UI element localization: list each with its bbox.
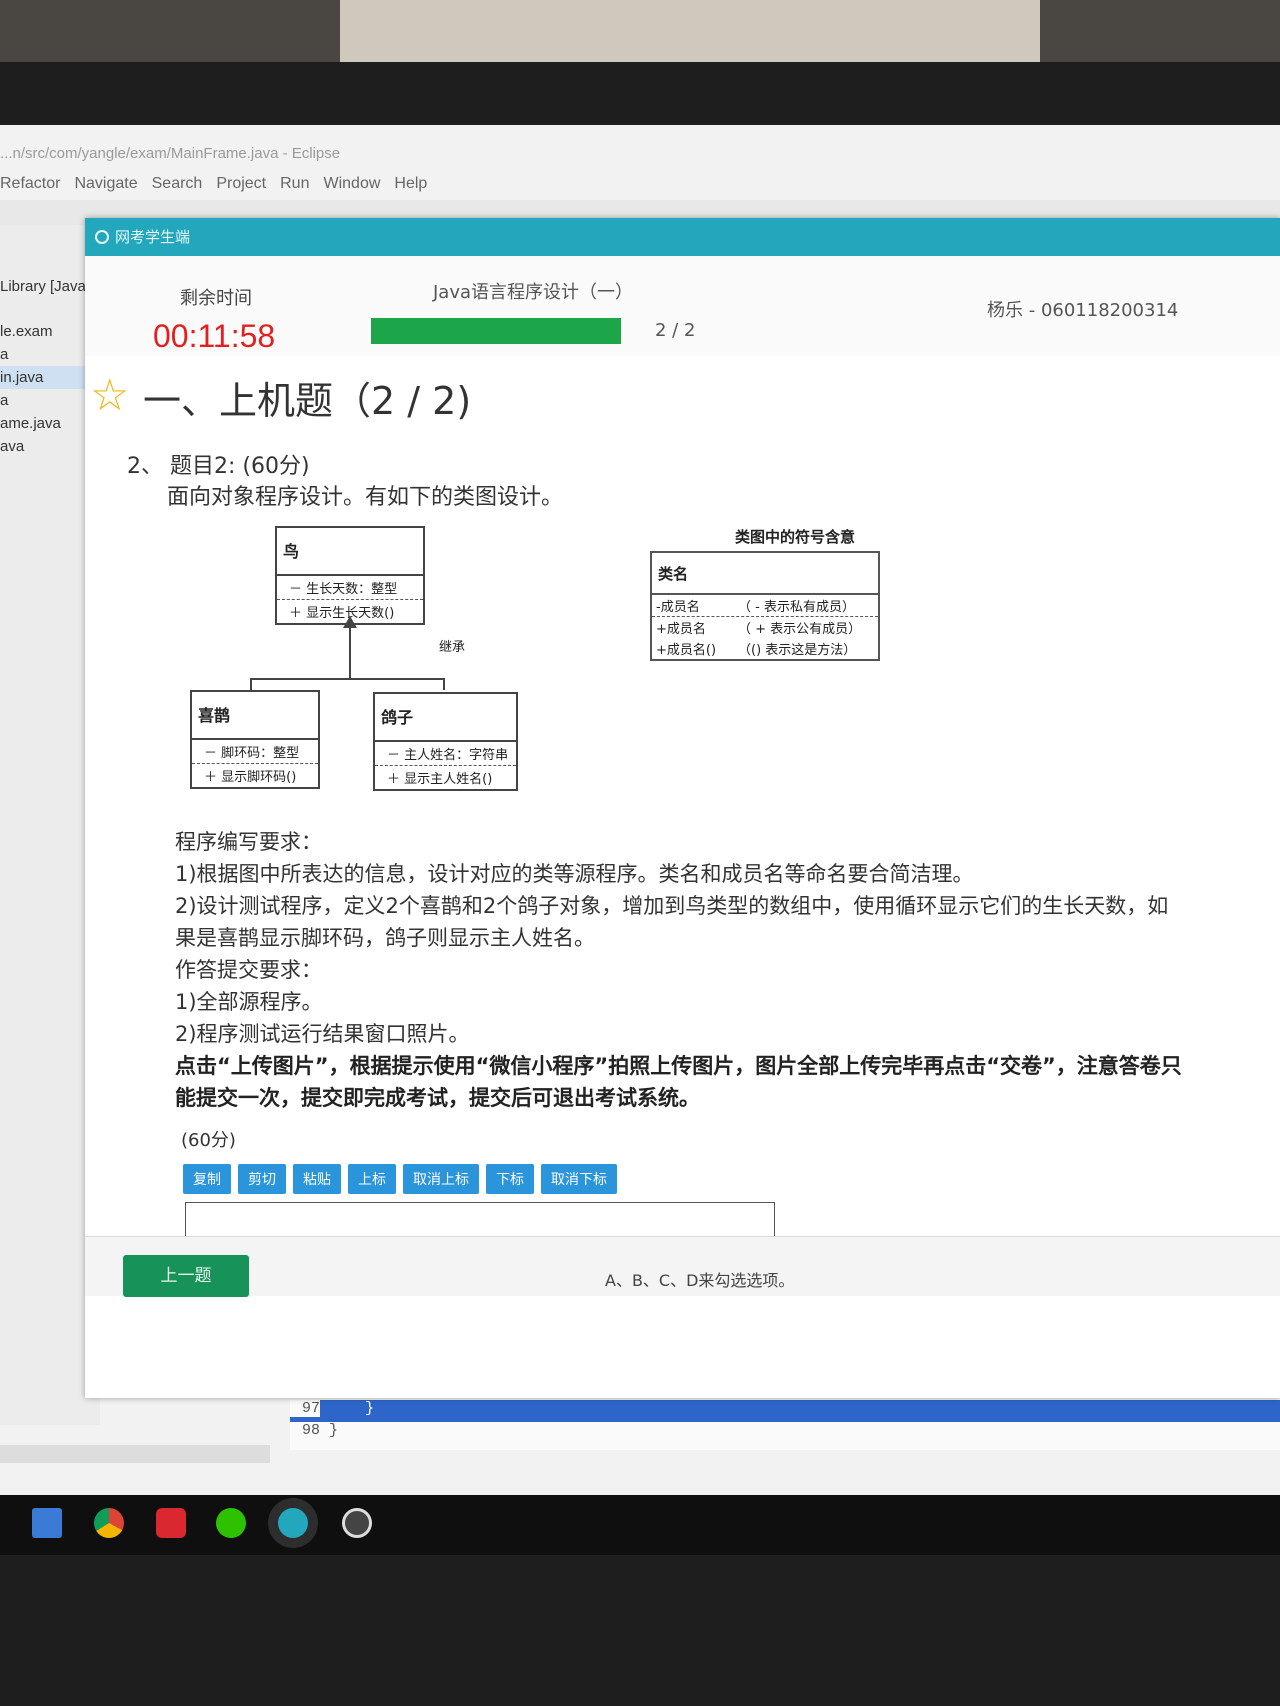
subscript-button[interactable]: 下标 [486,1164,534,1194]
menu-search[interactable]: Search [152,175,203,193]
tree-item[interactable]: a [0,389,86,412]
tree-item-selected[interactable]: in.java [0,366,86,389]
eclipse-icon[interactable] [342,1508,372,1538]
student-info: 杨乐 - 060118200314 [987,300,1179,321]
question-description: 面向对象程序设计。有如下的类图设计。 [167,485,564,510]
question-title: 2、 题目2: (60分) [127,454,310,479]
class-name: 鸽子 [375,694,516,742]
code-editor[interactable]: 97 } 98 } [290,1400,1280,1450]
exam-header: 剩余时间 00:11:58 Java语言程序设计（一） 2 / 2 杨乐 - 0… [85,256,1280,356]
editor-toolbar: 复制 剪切 粘贴 上标 取消上标 下标 取消下标 [183,1164,617,1194]
tree-item[interactable]: le.exam [0,320,86,343]
tree-item[interactable]: a [0,343,86,366]
upload-instruction: 点击“上传图片”，根据提示使用“微信小程序”拍照上传图片，图片全部上传完毕再点击… [175,1054,1182,1078]
requirement-line: 2)程序测试运行结果窗口照片。 [175,1022,470,1046]
menu-navigate[interactable]: Navigate [74,175,137,193]
remaining-time-label: 剩余时间 [180,288,252,309]
requirement-line: 程序编写要求： [175,830,322,854]
requirement-line: 作答提交要求： [175,958,322,982]
countdown-timer: 00:11:58 [153,318,276,354]
star-icon[interactable]: ☆ [90,370,129,421]
cancel-superscript-button[interactable]: 取消上标 [403,1164,479,1194]
requirements-text: 程序编写要求： 1)根据图中所表达的信息，设计对应的类等源程序。类名和成员名等命… [175,826,1275,1114]
requirement-line: 1)根据图中所表达的信息，设计对应的类等源程序。类名和成员名等命名要合简洁理。 [175,862,974,886]
netease-music-icon[interactable] [156,1508,186,1538]
exam-window: 网考学生端 剩余时间 00:11:58 Java语言程序设计（一） 2 / 2 … [85,218,1280,1398]
legend-title: 类图中的符号含意 [735,528,856,546]
progress-bar [371,318,621,344]
inheritance-branch [443,678,445,690]
menu-refactor[interactable]: Refactor [0,175,60,193]
menu-run[interactable]: Run [280,175,309,193]
question-area: ☆ 一、上机题（2 / 2) 2、 题目2: (60分) 面向对象程序设计。有如… [85,356,1280,1272]
requirement-line: 2)设计测试程序，定义2个喜鹊和2个鸽子对象，增加到鸟类型的数组中，使用循环显示… [175,894,1169,918]
tree-item[interactable]: Library [Java [0,275,86,298]
exam-footer: 上一题 A、B、C、D来勾选选项。 [85,1236,1280,1297]
taskbar [0,1495,1280,1555]
menu-project[interactable]: Project [216,175,266,193]
class-name: 鸟 [277,528,423,576]
section-heading: 一、上机题（2 / 2) [143,379,472,423]
uml-class-bird: 鸟 － 生长天数：整型 ＋ 显示生长天数() [275,526,425,625]
class-attribute: － 生长天数：整型 [277,576,423,600]
uml-class-magpie: 喜鹊 － 脚环码：整型 ＋ 显示脚环码() [190,690,320,789]
progress-text: 2 / 2 [655,320,696,341]
exam-titlebar[interactable]: 网考学生端 [85,218,1280,256]
explorer-scrollbar[interactable] [0,1445,270,1463]
chrome-icon[interactable] [94,1508,124,1538]
cancel-subscript-button[interactable]: 取消下标 [541,1164,617,1194]
background-paper [340,0,1040,62]
inheritance-branch [250,678,445,680]
uml-class-pigeon: 鸽子 － 主人姓名：字符串 ＋ 显示主人姓名() [373,692,518,791]
tree-item[interactable]: ame.java [0,412,86,435]
legend-row: +成员名（ + 表示公有成员） [656,622,862,637]
upload-instruction: 能提交一次，提交即完成考试，提交后可退出考试系统。 [175,1086,700,1110]
copy-button[interactable]: 复制 [183,1164,231,1194]
paste-button[interactable]: 粘贴 [293,1164,341,1194]
progress-bar-fill [371,318,621,344]
menu-help[interactable]: Help [394,175,427,193]
class-method: ＋ 显示主人姓名() [387,772,493,787]
eclipse-menubar: Refactor Navigate Search Project Run Win… [0,175,427,193]
app-icon [95,230,109,244]
uml-legend: 类名 -成员名（ - 表示私有成员） +成员名（ + 表示公有成员） +成员名(… [650,551,880,661]
wechat-icon[interactable] [216,1508,246,1538]
legend-row: -成员名（ - 表示私有成员） [652,595,878,617]
class-attribute: － 脚环码：整型 [192,740,318,764]
requirement-line: 果是喜鹊显示脚环码，鸽子则显示主人姓名。 [175,926,595,950]
inherit-label: 继承 [439,640,466,655]
menu-window[interactable]: Window [323,175,380,193]
code-line: 98 } [301,1422,339,1439]
tree-item[interactable]: ava [0,435,86,458]
code-line: 97 } [290,1400,1280,1422]
class-attribute: － 主人姓名：字符串 [375,742,516,766]
inheritance-branch [250,678,252,690]
course-title: Java语言程序设计（一） [433,282,634,303]
computer-icon[interactable] [32,1508,62,1538]
exam-client-icon[interactable] [278,1508,308,1538]
package-tree: Library [Java le.exam a in.java a ame.ja… [0,275,86,458]
eclipse-title: ...n/src/com/yangle/exam/MainFrame.java … [0,145,341,162]
inheritance-arrow [343,616,357,628]
footer-hint: A、B、C、D来勾选选项。 [605,1271,795,1290]
inheritance-line [349,628,351,678]
requirement-line: 1)全部源程序。 [175,990,323,1014]
cut-button[interactable]: 剪切 [238,1164,286,1194]
window-title: 网考学生端 [115,228,191,246]
legend-class-name: 类名 [652,553,878,595]
legend-row: +成员名() （() 表示这是方法） [656,643,857,658]
superscript-button[interactable]: 上标 [348,1164,396,1194]
previous-question-button[interactable]: 上一题 [123,1255,249,1297]
class-method: ＋ 显示脚环码() [204,770,297,785]
class-name: 喜鹊 [192,692,318,740]
answer-score: (60分) [181,1130,236,1151]
